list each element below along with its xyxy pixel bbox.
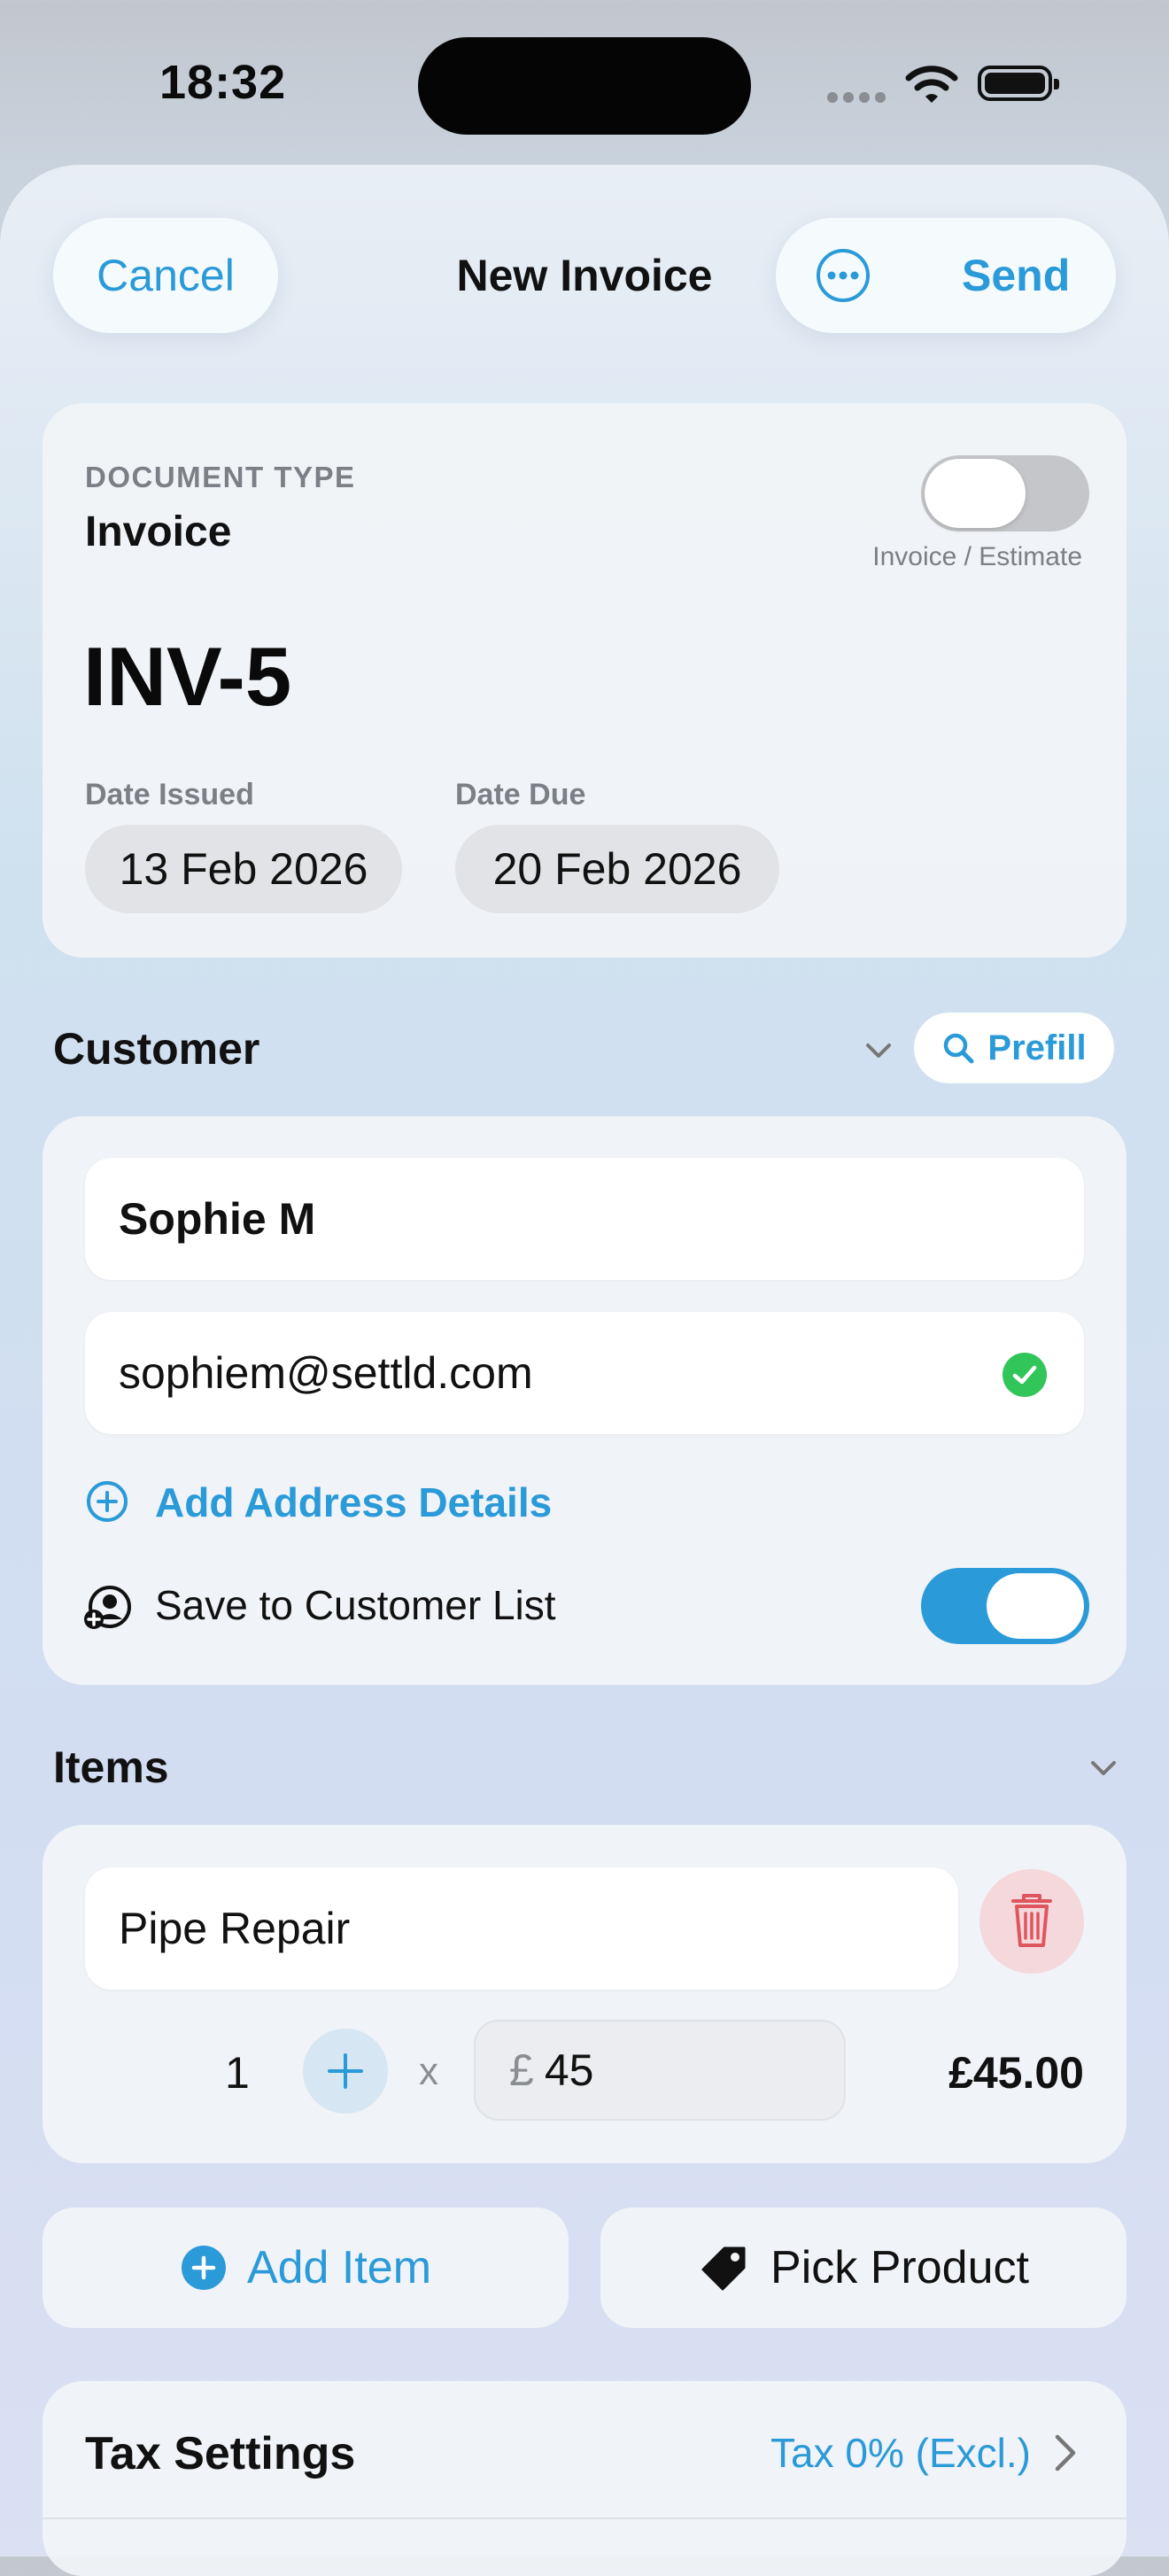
plus-icon (328, 2053, 363, 2089)
chevron-down-icon[interactable] (863, 1035, 894, 1067)
wifi-icon (905, 64, 958, 109)
customer-name-field[interactable]: Sophie M (85, 1158, 1084, 1280)
customer-section-title: Customer (53, 1024, 260, 1074)
invoice-estimate-toggle[interactable] (921, 455, 1089, 531)
pick-product-label: Pick Product (770, 2242, 1029, 2293)
prefill-label: Prefill (987, 1028, 1087, 1067)
document-type-label: DOCUMENT TYPE (85, 461, 356, 493)
pick-product-button[interactable]: Pick Product (600, 2207, 1126, 2328)
divider (43, 2518, 1126, 2519)
item-quantity: 1 (225, 2048, 250, 2098)
tax-settings-value: Tax 0% (Excl.) (770, 2430, 1031, 2476)
date-issued-picker[interactable]: 13 Feb 2026 (85, 825, 402, 913)
item-price-field[interactable]: £ 45 (474, 2020, 846, 2121)
add-address-details-link[interactable]: Add Address Details (155, 1478, 552, 1526)
items-section-title: Items (53, 1742, 169, 1792)
search-icon (944, 1033, 974, 1064)
chevron-down-icon[interactable] (1088, 1752, 1119, 1784)
tag-icon (701, 2246, 746, 2291)
plus-circle-icon (181, 2246, 226, 2290)
trash-icon (1011, 1894, 1052, 1947)
toggle-knob (987, 1573, 1084, 1639)
add-item-button[interactable]: Add Item (43, 2207, 569, 2328)
delete-item-button[interactable] (979, 1869, 1084, 1974)
email-valid-check-icon (1003, 1353, 1047, 1397)
increase-quantity-button[interactable] (303, 2029, 388, 2114)
save-to-customer-list-label: Save to Customer List (155, 1582, 556, 1628)
toggle-caption: Invoice / Estimate (872, 542, 1082, 571)
item-name-field[interactable]: Pipe Repair (85, 1867, 958, 1990)
send-button[interactable]: Send (962, 250, 1070, 301)
item-line-total: £45.00 (948, 2048, 1084, 2098)
item-price-value: 45 (544, 2045, 594, 2095)
currency-symbol: £ (509, 2045, 534, 2095)
chevron-right-icon (1052, 2432, 1079, 2478)
date-issued-label: Date Issued (85, 778, 254, 811)
status-time: 18:32 (159, 56, 287, 109)
add-circle-icon[interactable] (85, 1479, 129, 1524)
invoice-number[interactable]: INV-5 (83, 629, 291, 725)
date-due-picker[interactable]: 20 Feb 2026 (455, 825, 779, 913)
date-due-label: Date Due (455, 778, 586, 811)
save-to-customer-list-toggle[interactable] (921, 1568, 1089, 1644)
document-type-value: Invoice (85, 508, 232, 555)
add-person-icon (81, 1582, 131, 1632)
more-options-icon[interactable] (815, 247, 871, 304)
multiply-sign: x (419, 2050, 438, 2093)
dynamic-island (418, 37, 751, 135)
tax-settings-label: Tax Settings (85, 2428, 356, 2479)
battery-icon (978, 66, 1059, 101)
customer-email-field[interactable]: sophiem@settld.com (85, 1312, 1084, 1434)
add-item-label: Add Item (246, 2242, 432, 2293)
prefill-button[interactable]: Prefill (914, 1013, 1114, 1083)
toggle-knob (925, 459, 1026, 528)
cellular-signal-icon (827, 91, 891, 107)
